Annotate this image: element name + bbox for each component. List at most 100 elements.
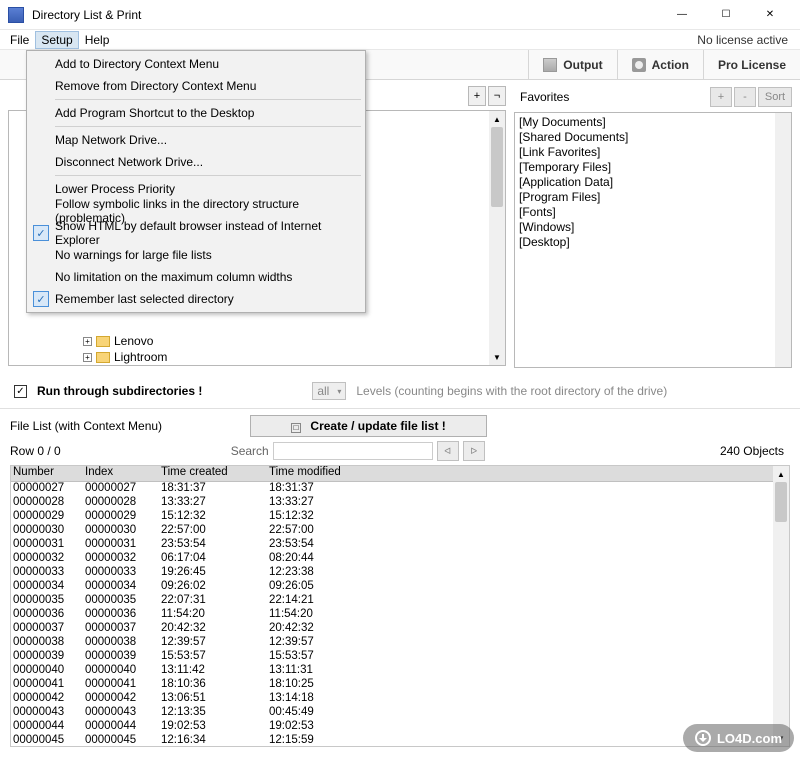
create-update-label: Create / update file list ! [310,419,445,433]
cell: 08:20:44 [267,552,789,566]
tree-item[interactable]: savepart [11,365,503,366]
table-row[interactable]: 000000310000003123:53:5423:53:54 [11,538,789,552]
create-update-button[interactable]: □ Create / update file list ! [250,415,487,437]
menu-item[interactable]: Add Program Shortcut to the Desktop [29,102,363,124]
scroll-up-icon[interactable]: ▲ [489,111,505,127]
window-title: Directory List & Print [32,8,141,22]
maximize-button[interactable]: ☐ [704,0,748,30]
levels-dropdown[interactable]: all ▾ [312,382,346,400]
filelist-vscrollbar[interactable]: ▲ ▼ [773,466,789,746]
scroll-thumb[interactable] [775,482,787,522]
table-row[interactable]: 000000290000002915:12:3215:12:32 [11,510,789,524]
menu-item[interactable]: Add to Directory Context Menu [29,53,363,75]
menu-item[interactable]: Remove from Directory Context Menu [29,75,363,97]
table-row[interactable]: 000000410000004118:10:3618:10:25 [11,678,789,692]
favorite-item[interactable]: [Desktop] [519,235,787,250]
expand-icon[interactable]: + [83,337,92,346]
favorite-item[interactable]: [Program Files] [519,190,787,205]
cell: 00000045 [11,734,83,746]
cell: 00000031 [11,538,83,552]
col-created[interactable]: Time created [159,466,267,481]
scroll-down-icon[interactable]: ▼ [489,349,505,365]
table-row[interactable]: 000000270000002718:31:3718:31:37 [11,482,789,496]
menu-file[interactable]: File [4,31,35,49]
menu-help[interactable]: Help [79,31,116,49]
cell: 00000028 [11,496,83,510]
tab-output[interactable]: Output [528,50,616,79]
table-row[interactable]: 000000300000003022:57:0022:57:00 [11,524,789,538]
favorite-item[interactable]: [Temporary Files] [519,160,787,175]
menu-item[interactable]: ✓Remember last selected directory [29,288,363,310]
menu-item[interactable]: ✓Show HTML by default browser instead of… [29,222,363,244]
table-row[interactable]: 000000350000003522:07:3122:14:21 [11,594,789,608]
tree-scrollbar[interactable]: ▲ ▼ [489,111,505,365]
menu-item[interactable]: No limitation on the maximum column widt… [29,266,363,288]
search-input[interactable] [273,442,433,460]
run-through-checkbox[interactable]: ✓ [14,385,27,398]
scroll-up-icon[interactable]: ▲ [773,466,789,482]
table-row[interactable]: 000000420000004213:06:5113:14:18 [11,692,789,706]
search-prev-button[interactable]: ᐊ [437,441,459,461]
app-icon [8,7,24,23]
expand-icon[interactable]: + [83,353,92,362]
table-row[interactable]: 000000360000003611:54:2011:54:20 [11,608,789,622]
menu-item[interactable]: Map Network Drive... [29,129,363,151]
tab-pro-license[interactable]: Pro License [703,50,800,79]
table-row[interactable]: 000000400000004013:11:4213:11:31 [11,664,789,678]
table-row[interactable]: 000000430000004312:13:3500:45:49 [11,706,789,720]
search-label: Search [231,444,269,458]
cell: 00000027 [83,482,159,496]
license-status: No license active [697,33,796,47]
table-row[interactable]: 000000370000003720:42:3220:42:32 [11,622,789,636]
table-row[interactable]: 000000280000002813:33:2713:33:27 [11,496,789,510]
favorite-item[interactable]: [Link Favorites] [519,145,787,160]
cell: 12:13:35 [159,706,267,720]
tree-item[interactable]: +Lightroom [11,349,503,365]
menu-item[interactable]: No warnings for large file lists [29,244,363,266]
tree-item[interactable]: +Lenovo [11,333,503,349]
file-list-table[interactable]: Number Index Time created Time modified … [10,465,790,747]
close-button[interactable]: ✕ [748,0,792,30]
menu-item[interactable]: Disconnect Network Drive... [29,151,363,173]
refresh-icon: □ [291,423,301,433]
titlebar: Directory List & Print — ☐ ✕ [0,0,800,30]
favorite-item[interactable]: [Shared Documents] [519,130,787,145]
expand-all-button[interactable]: + [468,86,486,106]
cell: 00000027 [11,482,83,496]
cell: 00000033 [83,566,159,580]
minimize-button[interactable]: — [660,0,704,30]
favorite-remove-button[interactable]: - [734,87,756,107]
col-index[interactable]: Index [83,466,159,481]
favorite-item[interactable]: [Application Data] [519,175,787,190]
search-next-button[interactable]: ᐅ [463,441,485,461]
cell: 22:07:31 [159,594,267,608]
favorites-scrollbar[interactable] [775,113,791,367]
table-row[interactable]: 000000330000003319:26:4512:23:38 [11,566,789,580]
collapse-all-button[interactable]: ¬ [488,86,506,106]
cell: 00000029 [11,510,83,524]
favorite-item[interactable]: [Fonts] [519,205,787,220]
table-row[interactable]: 000000390000003915:53:5715:53:57 [11,650,789,664]
favorite-sort-button[interactable]: Sort [758,87,792,107]
scroll-thumb[interactable] [491,127,503,207]
table-row[interactable]: 000000340000003409:26:0209:26:05 [11,580,789,594]
favorite-add-button[interactable]: + [710,87,732,107]
table-row[interactable]: 000000380000003812:39:5712:39:57 [11,636,789,650]
menu-item-label: Map Network Drive... [55,133,167,147]
folder-icon [96,352,110,363]
cell: 19:26:45 [159,566,267,580]
cell: 00000037 [83,622,159,636]
col-modified[interactable]: Time modified [267,466,789,481]
table-row[interactable]: 000000450000004512:16:3412:15:59 [11,734,789,746]
tab-action[interactable]: Action [617,50,703,79]
cell: 00000044 [83,720,159,734]
cell: 22:14:21 [267,594,789,608]
favorite-item[interactable]: [Windows] [519,220,787,235]
table-row[interactable]: 000000440000004419:02:5319:02:53 [11,720,789,734]
menu-setup[interactable]: Setup [35,31,78,49]
col-number[interactable]: Number [11,466,83,481]
cell: 00000040 [11,664,83,678]
favorites-list[interactable]: [My Documents][Shared Documents][Link Fa… [514,112,792,368]
favorite-item[interactable]: [My Documents] [519,115,787,130]
table-row[interactable]: 000000320000003206:17:0408:20:44 [11,552,789,566]
